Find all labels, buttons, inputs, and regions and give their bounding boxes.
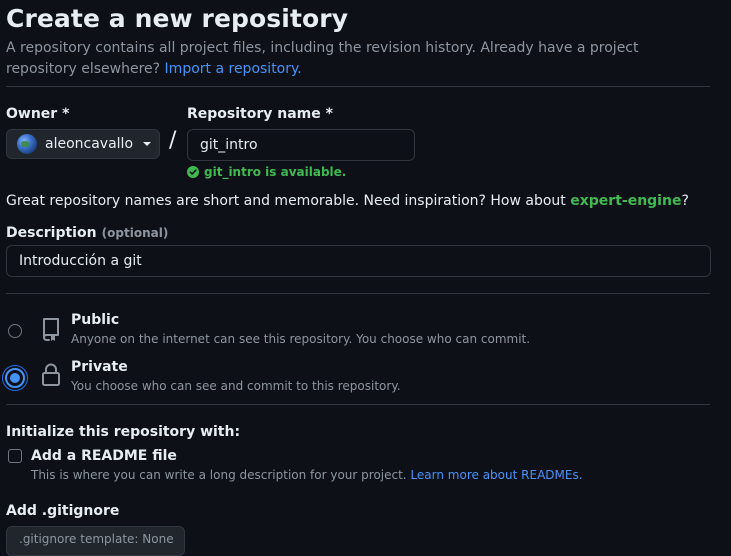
readme-label[interactable]: Add a README file [31,448,177,464]
page-description-text: A repository contains all project files,… [6,40,639,77]
check-circle-icon [187,166,199,178]
suggestion-text: Great repository names are short and mem… [6,193,566,209]
private-title: Private [71,359,128,375]
page-description: A repository contains all project files,… [6,38,696,80]
public-description: Anyone on the internet can see this repo… [71,332,531,346]
name-suggestion: Great repository names are short and mem… [6,193,689,209]
book-icon [40,316,62,346]
gitignore-label: Add .gitignore [6,503,120,519]
owner-label: Owner * [6,106,70,122]
header-divider [6,86,710,87]
section-divider [6,404,710,405]
description-input[interactable] [6,245,711,277]
description-label: Description [6,225,97,241]
initialize-heading: Initialize this repository with: [6,424,241,440]
owner-repo-separator: / [169,128,177,153]
private-radio[interactable] [5,368,25,388]
name-availability-message: git_intro is available. [187,165,346,179]
repository-name-label: Repository name * [187,106,333,122]
caret-down-icon [143,142,151,146]
radio-dot [10,373,20,383]
lock-icon [40,362,62,392]
readme-description: This is where you can write a long descr… [31,468,583,482]
public-title: Public [71,312,120,328]
gitignore-template-dropdown[interactable]: .gitignore template: None [6,526,185,556]
private-description: You choose who can see and commit to thi… [71,379,401,393]
import-repository-link[interactable]: Import a repository. [165,61,302,77]
owner-name: aleoncavallo [45,136,134,152]
public-radio[interactable] [8,324,22,338]
section-divider [6,293,710,294]
avatar [17,134,37,154]
suggested-name-link[interactable]: expert-engine [570,193,681,209]
availability-text: git_intro is available. [204,165,347,179]
readme-description-text: This is where you can write a long descr… [31,468,407,482]
suggestion-text-end: ? [681,193,689,209]
description-label-row: Description (optional) [6,222,168,241]
owner-dropdown[interactable]: aleoncavallo [6,129,160,159]
page-title: Create a new repository [6,4,349,33]
repository-name-input[interactable] [187,129,415,161]
optional-hint: (optional) [101,226,169,240]
readme-checkbox[interactable] [8,449,22,463]
learn-more-readmes-link[interactable]: Learn more about READMEs. [410,468,582,482]
